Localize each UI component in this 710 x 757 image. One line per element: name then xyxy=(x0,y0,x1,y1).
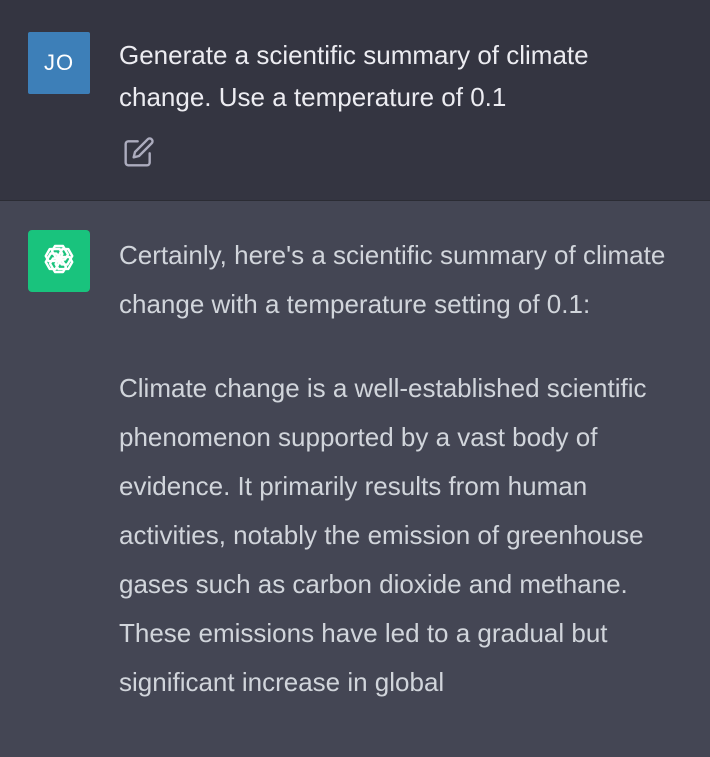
openai-logo-icon xyxy=(39,239,79,284)
assistant-reply: Certainly, here's a scientific summary o… xyxy=(119,231,694,707)
assistant-message: Certainly, here's a scientific summary o… xyxy=(0,201,710,757)
reply-paragraph-summary: Climate change is a well-established sci… xyxy=(119,373,647,697)
user-message: JO Generate a scientific summary of clim… xyxy=(0,0,710,201)
edit-pencil-icon[interactable] xyxy=(123,136,155,168)
user-avatar: JO xyxy=(28,32,90,94)
reply-paragraph-intro: Certainly, here's a scientific summary o… xyxy=(119,240,666,319)
user-avatar-initials: JO xyxy=(43,50,75,75)
assistant-avatar xyxy=(28,230,90,292)
user-message-text: Generate a scientific summary of climate… xyxy=(119,40,589,112)
